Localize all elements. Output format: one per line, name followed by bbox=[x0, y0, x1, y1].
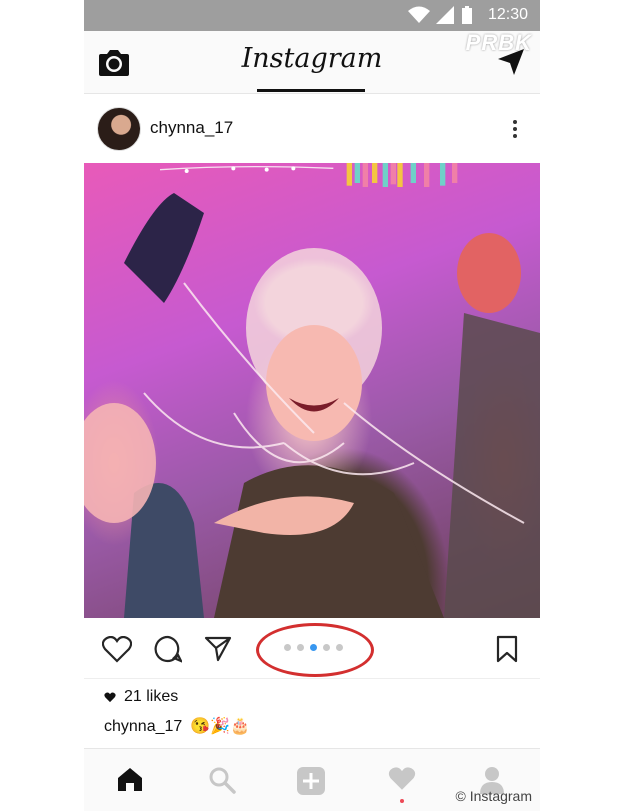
cellular-signal-icon bbox=[436, 6, 454, 24]
likes-count[interactable]: 21 likes bbox=[104, 688, 178, 706]
red-annotation-circle bbox=[256, 623, 374, 677]
status-time: 12:30 bbox=[487, 6, 528, 23]
post-actions bbox=[84, 618, 540, 679]
status-bar: 12:30 bbox=[84, 0, 540, 31]
party-scene bbox=[84, 193, 540, 618]
small-heart-icon bbox=[104, 692, 116, 702]
post-photo[interactable] bbox=[84, 163, 540, 618]
activity-heart-icon[interactable] bbox=[388, 766, 416, 792]
home-icon[interactable] bbox=[116, 766, 144, 792]
battery-icon bbox=[462, 6, 472, 24]
watermark-prbk: PRBK bbox=[465, 30, 532, 55]
post-header: chynna_17 bbox=[84, 93, 540, 163]
add-post-icon[interactable] bbox=[296, 766, 326, 796]
heart-icon[interactable] bbox=[102, 636, 132, 663]
caption-emoji: 😘🎉🎂 bbox=[190, 718, 251, 735]
more-options-icon[interactable] bbox=[512, 119, 518, 139]
post-caption: chynna_17 😘🎉🎂 bbox=[104, 716, 250, 736]
avatar[interactable] bbox=[97, 107, 141, 151]
comment-icon[interactable] bbox=[154, 635, 182, 663]
wifi-icon bbox=[408, 6, 430, 23]
search-icon[interactable] bbox=[208, 766, 236, 794]
share-icon[interactable] bbox=[204, 636, 232, 662]
post-username[interactable]: chynna_17 bbox=[150, 118, 233, 138]
caption-username[interactable]: chynna_17 bbox=[104, 718, 182, 735]
title-underline bbox=[257, 89, 365, 92]
likes-text: 21 likes bbox=[124, 688, 179, 705]
bookmark-icon[interactable] bbox=[496, 635, 518, 663]
instagram-credit: © Instagram bbox=[455, 788, 532, 804]
notification-dot bbox=[400, 799, 404, 803]
phone-screen: 12:30 Instagram PRBK chynna_17 21 likes … bbox=[84, 0, 540, 811]
